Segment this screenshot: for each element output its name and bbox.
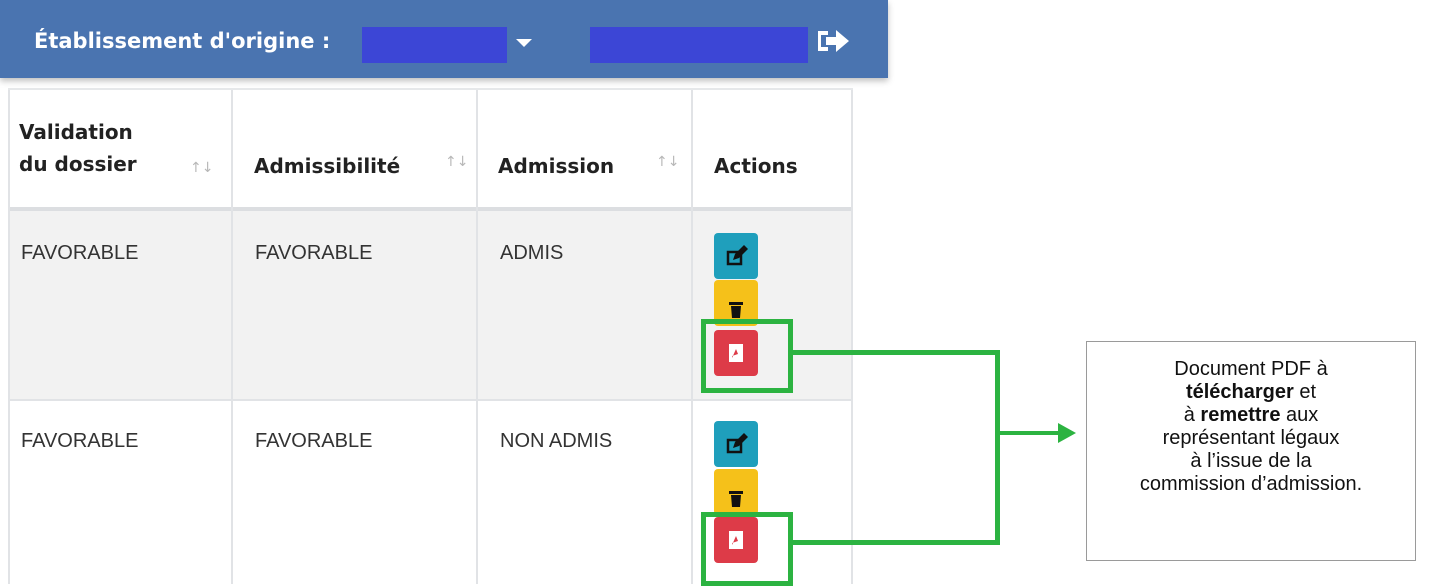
callout-line: à remettre aux — [1087, 404, 1415, 427]
cell-admissibilite: FAVORABLE — [255, 430, 373, 452]
table-header-border — [8, 207, 853, 211]
sort-icon[interactable]: ↑↓ — [656, 154, 679, 170]
callout-line: télécharger et — [1087, 381, 1415, 404]
trash-icon — [729, 491, 743, 507]
column-header-actions: Actions — [714, 154, 798, 178]
column-border — [8, 90, 10, 584]
callout-line: à l’issue de la — [1190, 450, 1312, 472]
column-header-label: du dossier — [19, 152, 137, 176]
column-border — [851, 90, 853, 584]
column-header-admission[interactable]: Admission — [498, 150, 614, 182]
delete-button[interactable] — [714, 469, 758, 515]
callout-line: commission d’admission. — [1139, 473, 1363, 495]
callout-line: Document PDF à — [1174, 358, 1328, 380]
column-header-validation[interactable]: Validation du dossier — [19, 116, 137, 180]
highlight-box — [701, 319, 793, 393]
highlight-box — [701, 512, 793, 586]
column-border — [231, 90, 233, 584]
callout-bold-text: télécharger — [1185, 381, 1294, 403]
sort-icon[interactable]: ↑↓ — [190, 160, 213, 176]
logout-icon[interactable] — [814, 25, 854, 57]
caret-down-icon[interactable] — [516, 39, 532, 47]
callout-text: et — [1293, 381, 1317, 403]
annotation-callout: Document PDF à télécharger et à remettre… — [1086, 341, 1416, 561]
row-separator — [8, 399, 853, 401]
edit-icon — [726, 245, 748, 266]
column-border — [691, 90, 693, 584]
cell-admission: NON ADMIS — [500, 430, 613, 452]
column-border — [476, 90, 478, 584]
cell-validation: FAVORABLE — [21, 430, 139, 452]
arrow-head-icon — [1058, 423, 1076, 443]
connector-line — [995, 350, 1000, 545]
cell-admission: ADMIS — [500, 242, 564, 264]
callout-bold-text: remettre — [1200, 404, 1281, 426]
edit-icon — [726, 433, 748, 454]
callout-text: aux — [1280, 404, 1319, 426]
callout-line: représentant légaux — [1162, 427, 1340, 449]
edit-button[interactable] — [714, 233, 758, 279]
column-header-admissibilite[interactable]: Admissibilité — [254, 150, 400, 182]
edit-button[interactable] — [714, 421, 758, 467]
origin-school-select-redacted[interactable] — [362, 27, 507, 63]
sort-icon[interactable]: ↑↓ — [445, 154, 468, 170]
connector-line — [792, 350, 1000, 355]
column-header-label: Validation — [19, 120, 133, 144]
callout-text: à — [1183, 404, 1201, 426]
origin-school-label: Établissement d'origine : — [34, 29, 331, 53]
connector-line — [792, 540, 1000, 545]
cell-admissibilite: FAVORABLE — [255, 242, 373, 264]
cell-validation: FAVORABLE — [21, 242, 139, 264]
header-bar: Établissement d'origine : — [0, 0, 888, 78]
connector-line — [1000, 431, 1062, 435]
user-name-redacted — [590, 27, 808, 63]
table-top-border — [8, 88, 853, 90]
